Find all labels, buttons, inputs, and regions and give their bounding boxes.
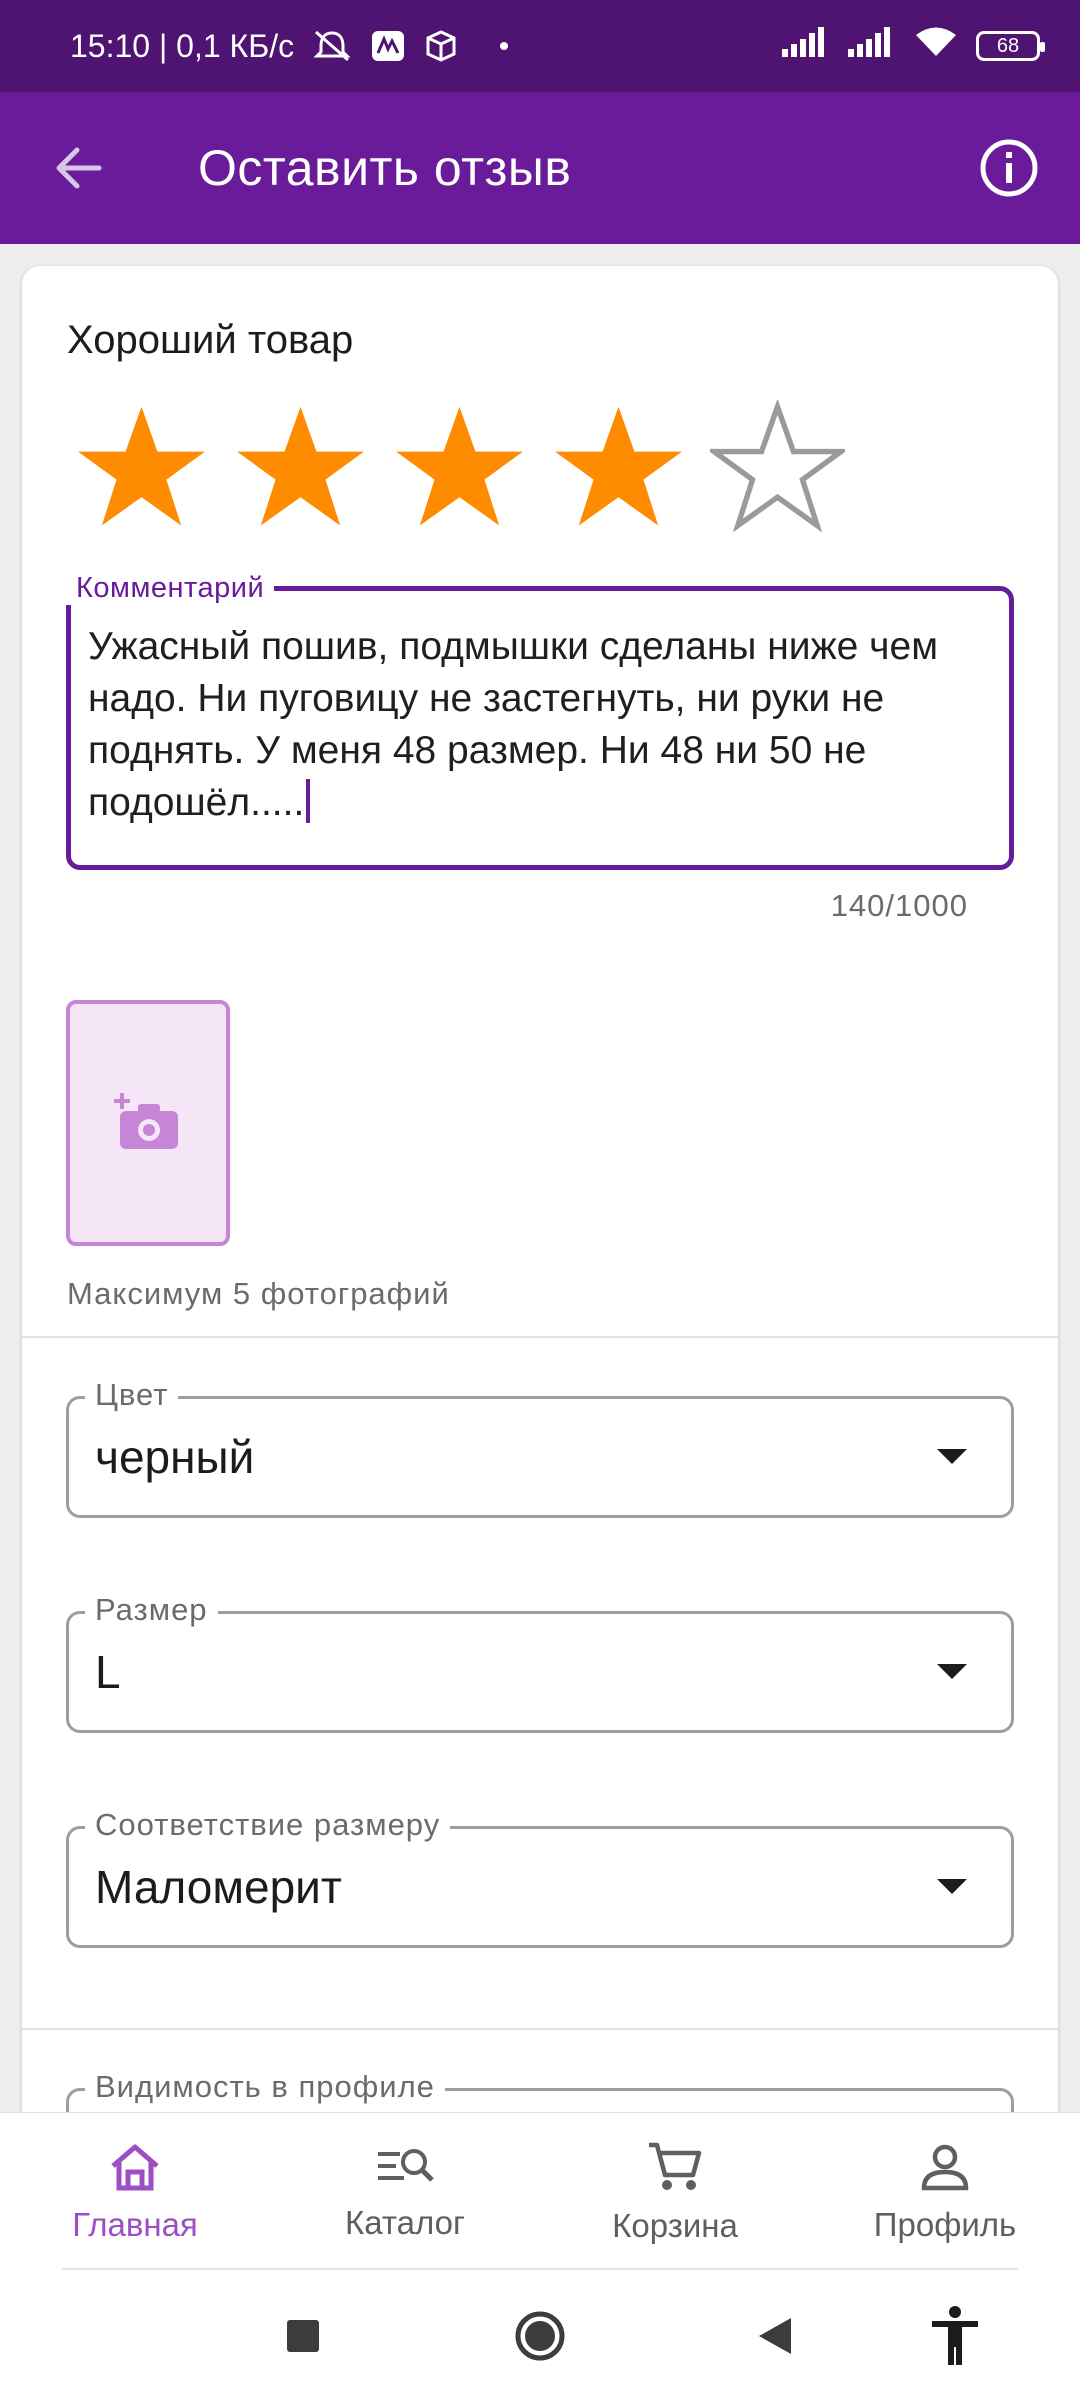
review-card: Хороший товар Комментарий Ужасный пошив,… <box>22 266 1058 2116</box>
size-value: L <box>95 1646 121 1698</box>
back-triangle-icon <box>759 2318 791 2354</box>
color-label: Цвет <box>85 1375 179 1415</box>
back-button[interactable] <box>50 140 106 196</box>
nav-profile[interactable]: Профиль <box>810 2113 1080 2272</box>
recents-button[interactable] <box>286 2319 320 2353</box>
home-icon <box>111 2144 159 2190</box>
comment-text: Ужасный пошив, подмышки сделаны ниже чем… <box>88 625 939 824</box>
color-value: черный <box>95 1431 255 1483</box>
home-button[interactable] <box>514 2310 566 2362</box>
nav-home-label: Главная <box>72 2205 198 2243</box>
page-title: Оставить отзыв <box>198 140 572 196</box>
back-nav-button[interactable] <box>757 2316 793 2356</box>
signal-icon <box>782 27 830 65</box>
size-label: Размер <box>85 1590 218 1630</box>
star-filled-icon[interactable] <box>233 400 368 535</box>
nav-cart-label: Корзина <box>612 2206 738 2244</box>
fit-label: Соответствие размеру <box>85 1805 451 1845</box>
bottom-nav: Главная Каталог Корзина Профиль <box>0 2112 1080 2272</box>
arrow-back-icon <box>56 147 102 189</box>
nav-catalog-label: Каталог <box>345 2203 465 2241</box>
nav-home[interactable]: Главная <box>0 2113 270 2272</box>
product-name: Хороший товар <box>67 318 354 362</box>
app-notification-icon <box>370 29 406 63</box>
fit-value: Маломерит <box>95 1861 342 1913</box>
app-bar: Оставить отзыв <box>0 92 1080 244</box>
dropdown-arrow-icon <box>937 1664 967 1679</box>
star-filled-icon[interactable] <box>392 400 527 535</box>
nav-catalog[interactable]: Каталог <box>270 2113 540 2272</box>
dropdown-arrow-icon <box>937 1449 967 1464</box>
comment-input[interactable]: Ужасный пошив, подмышки сделаны ниже чем… <box>88 621 988 829</box>
nav-divider <box>62 2268 1018 2270</box>
status-time-speed: 15:10 | 0,1 КБ/с <box>70 27 295 64</box>
system-nav-bar <box>0 2272 1080 2400</box>
star-filled-icon[interactable] <box>74 400 209 535</box>
notification-dot-icon <box>500 42 509 50</box>
size-select[interactable]: Размер L <box>66 1590 1014 1733</box>
star-empty-icon[interactable] <box>710 400 845 535</box>
package-icon <box>424 29 458 63</box>
signal-icon-2 <box>848 27 896 65</box>
photo-limit-hint: Максимум 5 фотографий <box>67 1276 450 1311</box>
comment-label: Комментарий <box>66 572 275 605</box>
muted-alarm-icon <box>312 29 352 63</box>
recents-square-icon <box>287 2320 319 2352</box>
profile-icon <box>921 2144 969 2190</box>
rating-stars[interactable] <box>74 400 845 535</box>
add-photo-button[interactable] <box>66 1000 230 1246</box>
cart-icon <box>649 2142 702 2190</box>
add-photo-icon <box>114 1093 178 1149</box>
battery-level: 68 <box>996 34 1020 57</box>
wifi-icon <box>914 26 958 66</box>
section-divider <box>22 1336 1058 1338</box>
visibility-label: Видимость в профиле <box>85 2067 445 2107</box>
info-button[interactable] <box>978 137 1040 199</box>
char-counter: 140/1000 <box>830 888 968 923</box>
battery-icon: 68 <box>976 31 1045 61</box>
dropdown-arrow-icon <box>937 1879 967 1894</box>
home-circle-icon <box>515 2311 565 2361</box>
accessibility-icon <box>932 2306 978 2365</box>
star-filled-icon[interactable] <box>551 400 686 535</box>
info-icon <box>980 139 1038 197</box>
nav-profile-label: Профиль <box>873 2205 1017 2243</box>
section-divider <box>22 2028 1058 2030</box>
color-select[interactable]: Цвет черный <box>66 1375 1014 1518</box>
accessibility-button[interactable] <box>930 2305 980 2367</box>
catalog-search-icon <box>378 2148 434 2182</box>
status-bar: 15:10 | 0,1 КБ/с 68 <box>0 0 1080 92</box>
fit-select[interactable]: Соответствие размеру Маломерит <box>66 1805 1014 1948</box>
text-cursor <box>306 779 311 823</box>
nav-cart[interactable]: Корзина <box>540 2113 810 2272</box>
